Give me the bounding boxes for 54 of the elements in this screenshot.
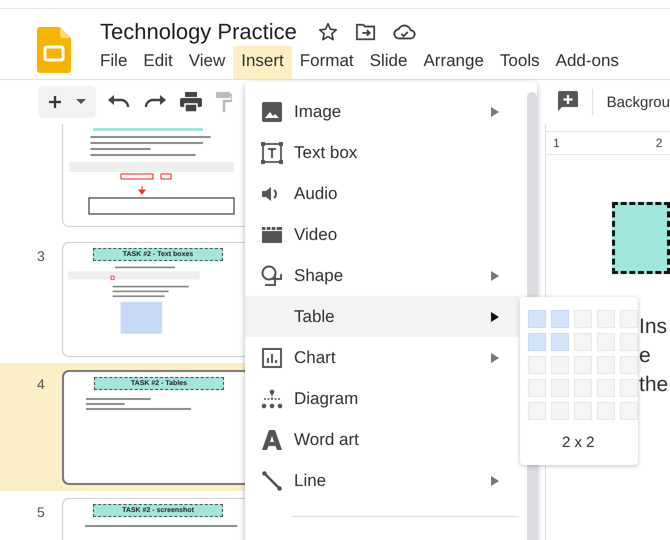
slide-number: 5 — [37, 504, 45, 520]
move-folder-icon[interactable] — [354, 22, 377, 42]
grid-cell[interactable] — [620, 402, 638, 420]
menu-item[interactable]: Image — [245, 91, 519, 132]
redo-icon[interactable] — [144, 95, 166, 109]
slide-text: e — [639, 343, 651, 369]
grid-cell[interactable] — [528, 310, 546, 328]
grid-cell[interactable] — [620, 310, 638, 328]
slide-text: Ins — [639, 314, 668, 340]
grid-cell[interactable] — [620, 333, 638, 351]
grid-cell[interactable] — [551, 333, 569, 351]
film-icon — [262, 226, 282, 242]
new-slide-button[interactable] — [38, 86, 96, 118]
grid-cell[interactable] — [528, 333, 546, 351]
grid-cell[interactable] — [551, 310, 569, 328]
menu-bar-item[interactable]: Arrange — [415, 46, 492, 79]
print-icon[interactable] — [180, 92, 202, 112]
menu-bar-item[interactable]: View — [180, 46, 234, 79]
text-box-icon — [261, 142, 283, 164]
menu-item[interactable]: Text box — [245, 132, 519, 173]
ruler-label: 1 — [553, 136, 560, 150]
menu-bar-item[interactable]: Add-ons — [548, 46, 627, 79]
menu-bar-item[interactable]: Format — [292, 46, 362, 79]
cloud-check-icon[interactable] — [392, 22, 417, 40]
ruler-label: 2 — [656, 136, 662, 150]
plus-icon — [48, 95, 62, 109]
slides-logo-icon[interactable] — [37, 27, 71, 73]
line-icon — [262, 470, 282, 490]
table-size-label: 2 x 2 — [562, 434, 595, 451]
image-icon — [262, 102, 282, 122]
chart-icon — [262, 348, 282, 368]
star-icon[interactable] — [316, 20, 339, 42]
shapes-icon — [261, 264, 283, 286]
menu-item[interactable]: Table — [245, 296, 519, 337]
diagram-icon — [261, 388, 283, 408]
add-comment-icon[interactable] — [558, 91, 578, 113]
paint-format-icon[interactable] — [216, 92, 232, 112]
caret-icon — [76, 99, 86, 105]
menu-bar-item[interactable]: Slide — [362, 46, 416, 79]
slide-number: 3 — [37, 248, 45, 264]
menu-bar-item[interactable]: Insert — [233, 46, 292, 79]
menu-bar-item[interactable]: Tools — [492, 46, 548, 79]
text-box-shape[interactable] — [612, 202, 670, 274]
grid-cell[interactable] — [620, 379, 638, 397]
slide-number: 4 — [37, 376, 45, 392]
slide-text: the — [639, 372, 668, 398]
undo-icon[interactable] — [108, 95, 130, 109]
background-button[interactable]: Backgrou — [606, 94, 670, 110]
document-title[interactable]: Technology Practice — [100, 18, 297, 44]
menu-bar-item[interactable]: File — [92, 46, 136, 79]
menu-bar-item[interactable]: Edit — [135, 46, 181, 79]
menu-item[interactable]: Audio — [245, 173, 519, 214]
grid-cell[interactable] — [620, 356, 638, 374]
word-art-icon — [262, 430, 282, 450]
